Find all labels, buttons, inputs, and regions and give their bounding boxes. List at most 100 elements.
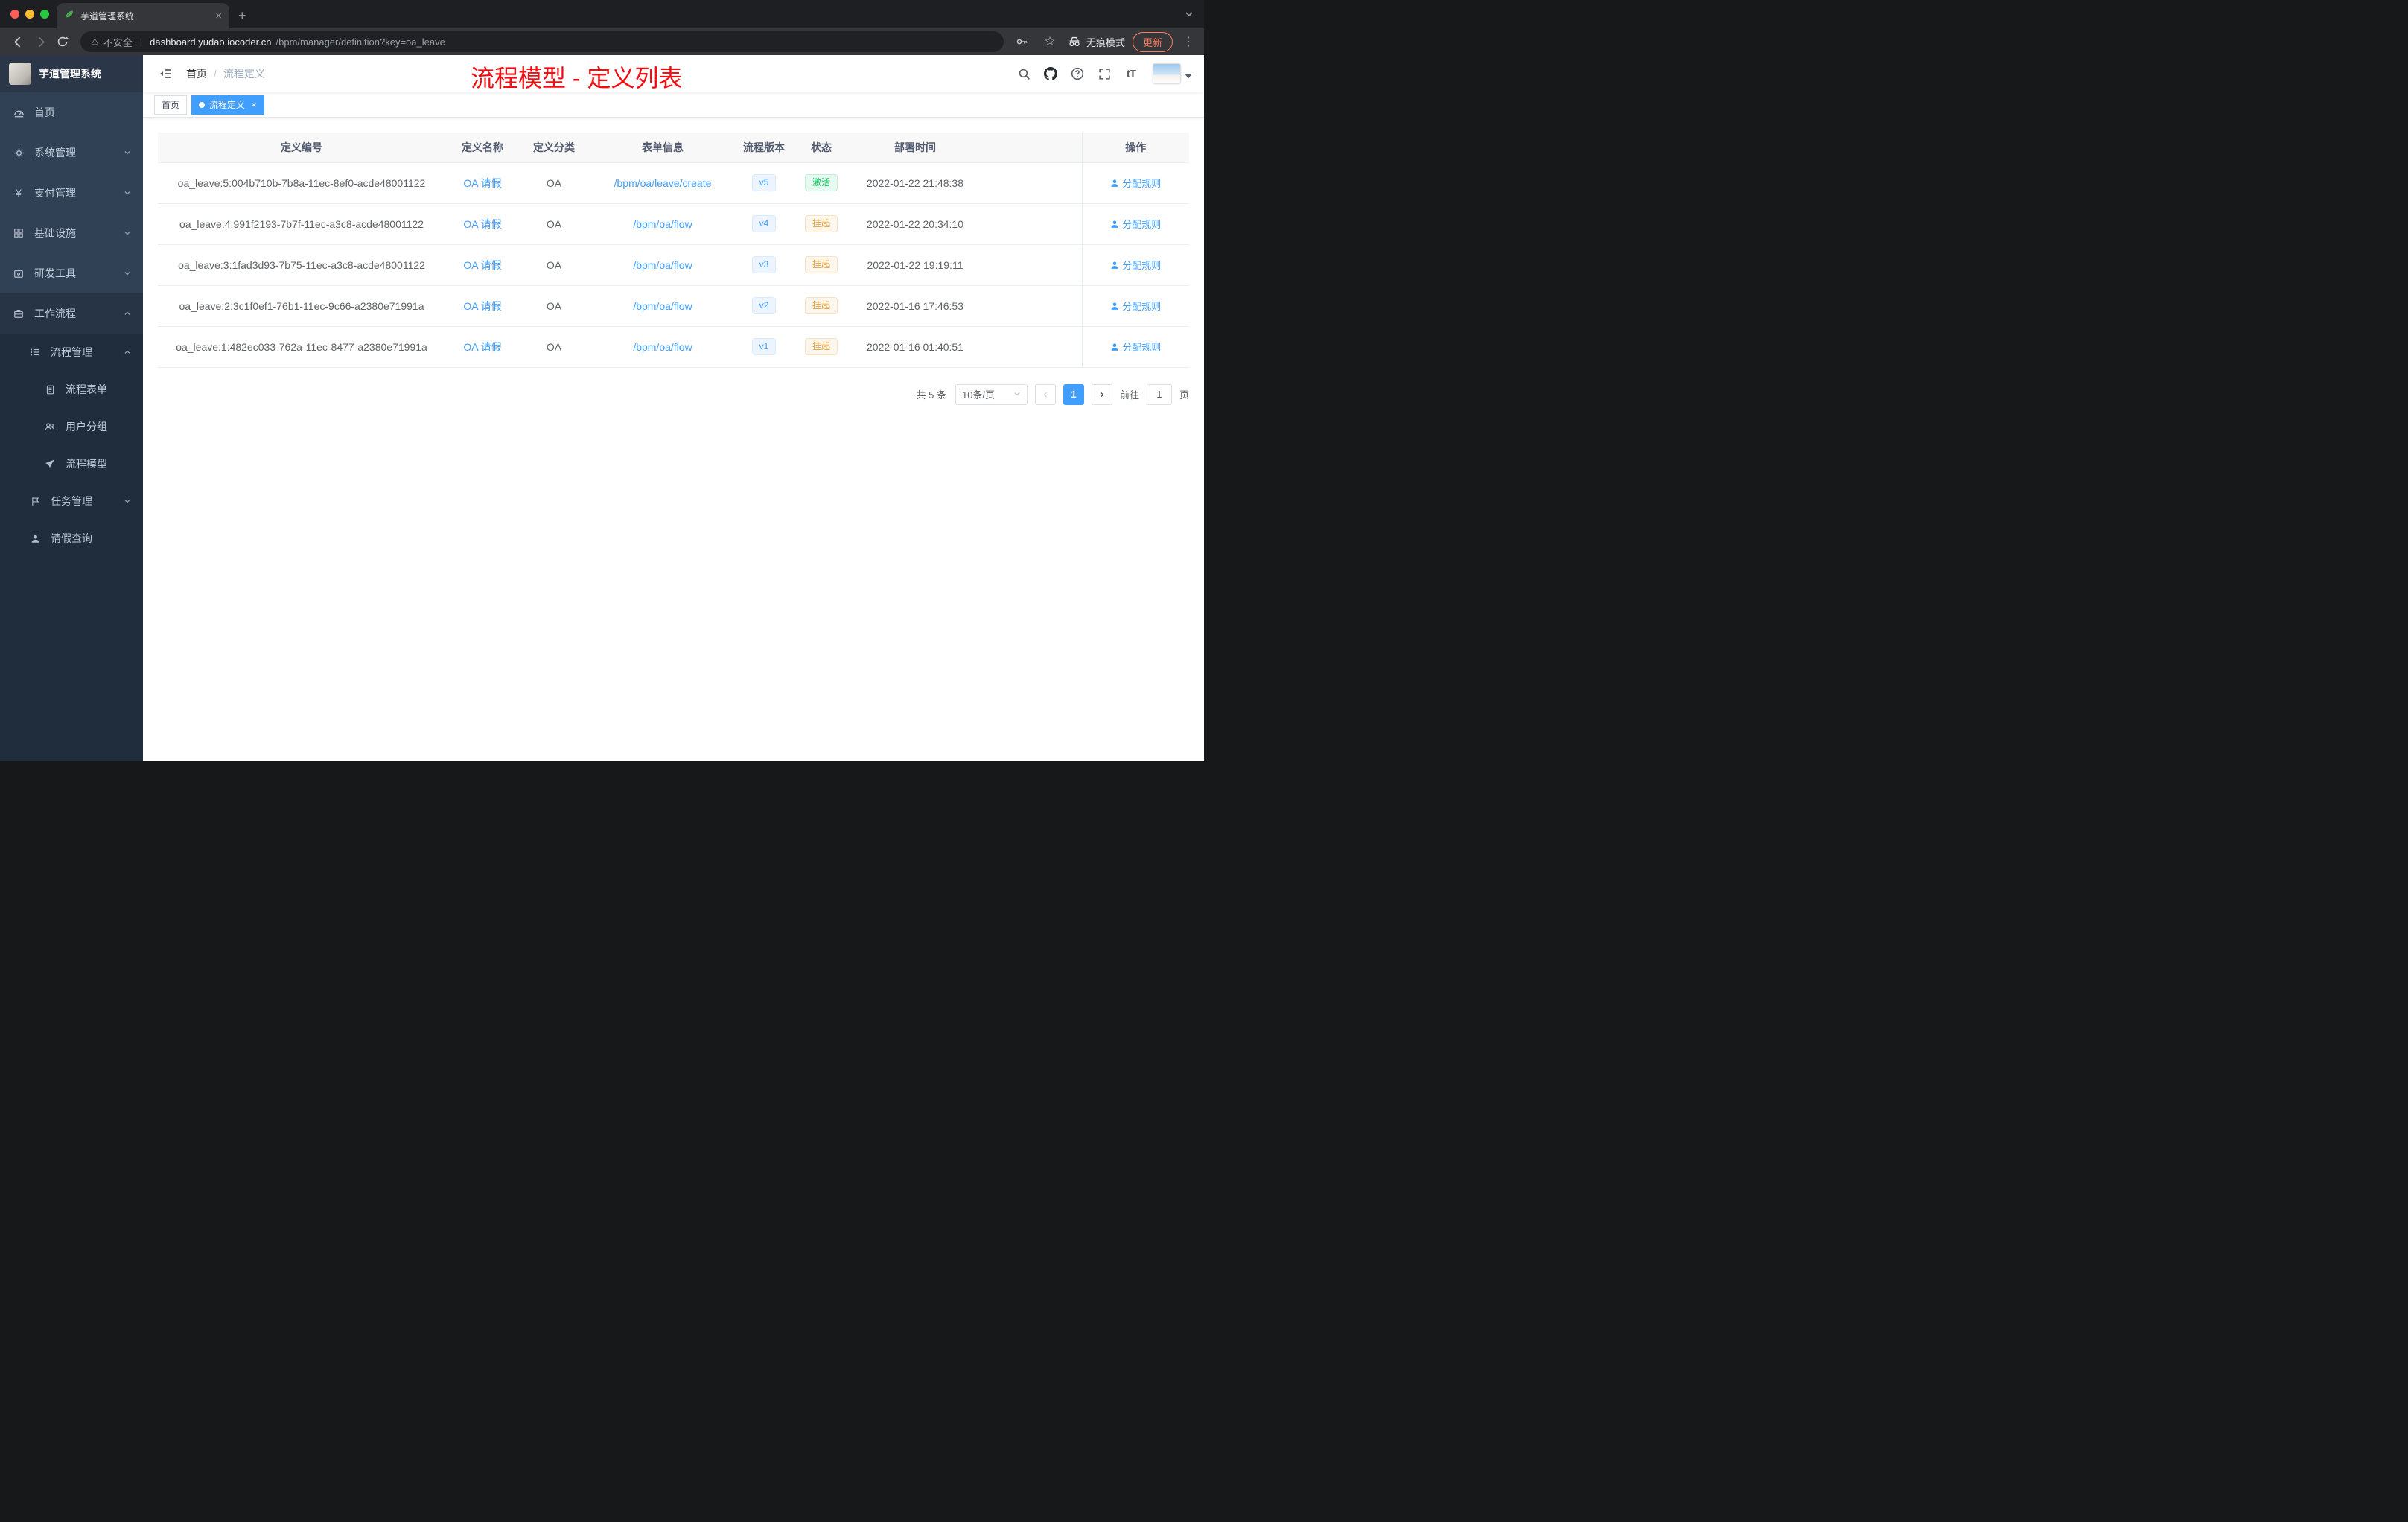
definition-name-link[interactable]: OA 请假: [463, 341, 501, 353]
col-header-name: 定义名称: [445, 133, 520, 163]
sidebar: 芋道管理系统 首页 系统管理 ¥ 支付管理 基础设施 研发工具 工作流程 流程管…: [0, 55, 143, 761]
sidebar-item-label: 用户分组: [66, 421, 107, 433]
assign-rule-link[interactable]: 分配规则: [1110, 217, 1161, 231]
font-size-icon[interactable]: tT: [1120, 63, 1142, 85]
url-divider: |: [139, 36, 143, 48]
cell-definition-id: oa_leave:1:482ec033-762a-11ec-8477-a2380…: [158, 326, 445, 368]
form-info-link[interactable]: /bpm/oa/flow: [633, 218, 692, 230]
password-key-icon[interactable]: [1011, 31, 1032, 52]
cell-definition-id: oa_leave:2:3c1f0ef1-76b1-11ec-9c66-a2380…: [158, 285, 445, 327]
breadcrumb-home[interactable]: 首页: [186, 66, 207, 81]
tag-process-definition[interactable]: 流程定义 ×: [191, 95, 264, 115]
bookmark-star-icon[interactable]: ☆: [1039, 31, 1060, 52]
navbar-actions: tT: [1013, 63, 1192, 85]
status-badge: 挂起: [804, 337, 838, 356]
goto-page-input[interactable]: [1146, 383, 1172, 405]
next-page-button[interactable]: ›: [1091, 383, 1112, 405]
sidebar-submenu-workflow: 流程管理 流程表单 用户分组 流程模型 任务管理 请假查询: [0, 334, 143, 761]
col-header-id: 定义编号: [158, 133, 445, 163]
chevron-down-icon: [124, 229, 131, 237]
col-header-version: 流程版本: [737, 133, 791, 163]
new-tab-button[interactable]: +: [238, 8, 246, 24]
breadcrumb-current: 流程定义: [223, 68, 265, 80]
sidebar-item-process-model[interactable]: 流程模型: [0, 445, 143, 483]
fullscreen-icon[interactable]: [1093, 63, 1115, 85]
security-warning-label[interactable]: 不安全: [103, 35, 133, 49]
tab-close-icon[interactable]: ×: [215, 10, 222, 22]
cell-definition-id: oa_leave:5:004b710b-7b8a-11ec-8ef0-acde4…: [158, 162, 445, 204]
browser-menu-icon[interactable]: ⋮: [1180, 34, 1197, 49]
prev-page-button[interactable]: ‹: [1034, 383, 1056, 405]
cell-category: OA: [520, 285, 588, 327]
user-icon: [1111, 302, 1118, 310]
definition-name-link[interactable]: OA 请假: [463, 259, 501, 271]
reload-button[interactable]: [52, 31, 73, 52]
gear-icon: [12, 147, 25, 159]
cell-deploy-time: 2022-01-22 19:19:11: [852, 244, 978, 286]
window-controls: [10, 10, 49, 19]
assign-rule-link[interactable]: 分配规则: [1110, 299, 1161, 313]
toolbox-icon: [12, 268, 25, 278]
tab-favicon-leaf-icon: [64, 9, 74, 23]
browser-tab[interactable]: 芋道管理系统 ×: [57, 3, 229, 28]
minimize-window-button[interactable]: [25, 10, 34, 19]
sidebar-item-process-form[interactable]: 流程表单: [0, 371, 143, 408]
document-icon: [43, 385, 57, 395]
page-size-select[interactable]: 10条/页: [955, 383, 1028, 405]
user-menu[interactable]: [1153, 63, 1192, 84]
tab-search-chevron-icon[interactable]: [1185, 9, 1194, 22]
form-info-link[interactable]: /bpm/oa/leave/create: [614, 177, 712, 189]
tags-view-bar: 首页 流程定义 ×: [143, 92, 1204, 118]
close-window-button[interactable]: [10, 10, 19, 19]
sidebar-item-label: 任务管理: [51, 495, 92, 507]
tag-close-icon[interactable]: ×: [251, 99, 257, 110]
sidebar-item-home[interactable]: 首页: [0, 92, 143, 133]
app-logo[interactable]: 芋道管理系统: [0, 55, 143, 92]
tag-label: 首页: [162, 100, 180, 110]
definition-name-link[interactable]: OA 请假: [463, 218, 501, 230]
col-header-form: 表单信息: [588, 133, 737, 163]
back-button[interactable]: [7, 31, 28, 52]
search-icon[interactable]: [1013, 63, 1035, 85]
cell-category: OA: [520, 244, 588, 286]
maximize-window-button[interactable]: [40, 10, 49, 19]
sidebar-item-system[interactable]: 系统管理: [0, 133, 143, 173]
page-number-1[interactable]: 1: [1063, 383, 1084, 405]
sidebar-item-label: 基础设施: [34, 227, 76, 239]
app-title: 芋道管理系统: [39, 68, 101, 80]
assign-rule-link[interactable]: 分配规则: [1110, 176, 1161, 190]
sidebar-item-leave-query[interactable]: 请假查询: [0, 520, 143, 557]
hamburger-icon[interactable]: [155, 63, 177, 85]
cell-definition-id: oa_leave:4:991f2193-7b7f-11ec-a3c8-acde4…: [158, 203, 445, 245]
forward-button[interactable]: [30, 31, 51, 52]
address-bar[interactable]: ⚠ 不安全 | dashboard.yudao.iocoder.cn/bpm/m…: [80, 31, 1004, 52]
sidebar-item-infra[interactable]: 基础设施: [0, 213, 143, 253]
breadcrumb: 首页 / 流程定义: [186, 66, 265, 81]
form-info-link[interactable]: /bpm/oa/flow: [633, 259, 692, 271]
sidebar-item-task-mgmt[interactable]: 任务管理: [0, 483, 143, 520]
pagination-total: 共 5 条: [916, 389, 946, 401]
version-badge: v4: [751, 214, 777, 233]
github-icon[interactable]: [1039, 63, 1062, 85]
sidebar-item-workflow[interactable]: 工作流程: [0, 293, 143, 334]
avatar: [1153, 63, 1181, 84]
chrome-update-button[interactable]: 更新: [1132, 31, 1173, 52]
sidebar-item-devtools[interactable]: 研发工具: [0, 253, 143, 293]
col-header-filler: [978, 133, 1082, 163]
incognito-label: 无痕模式: [1086, 36, 1125, 48]
sidebar-item-process-mgmt[interactable]: 流程管理: [0, 334, 143, 371]
assign-rule-link[interactable]: 分配规则: [1110, 258, 1161, 272]
definition-name-link[interactable]: OA 请假: [463, 177, 501, 189]
help-icon[interactable]: [1066, 63, 1089, 85]
definition-name-link[interactable]: OA 请假: [463, 300, 501, 312]
grid-icon: [12, 228, 25, 238]
tag-home[interactable]: 首页: [154, 95, 188, 115]
assign-rule-link[interactable]: 分配规则: [1110, 340, 1161, 354]
table-header-row: 定义编号 定义名称 定义分类 表单信息 流程版本 状态 部署时间 操作: [158, 133, 1189, 163]
page-size-value: 10条/页: [961, 389, 996, 401]
form-info-link[interactable]: /bpm/oa/flow: [633, 341, 692, 353]
sidebar-item-payment[interactable]: ¥ 支付管理: [0, 173, 143, 213]
sidebar-item-user-group[interactable]: 用户分组: [0, 408, 143, 445]
form-info-link[interactable]: /bpm/oa/flow: [633, 300, 692, 312]
incognito-badge[interactable]: 无痕模式: [1068, 35, 1125, 49]
